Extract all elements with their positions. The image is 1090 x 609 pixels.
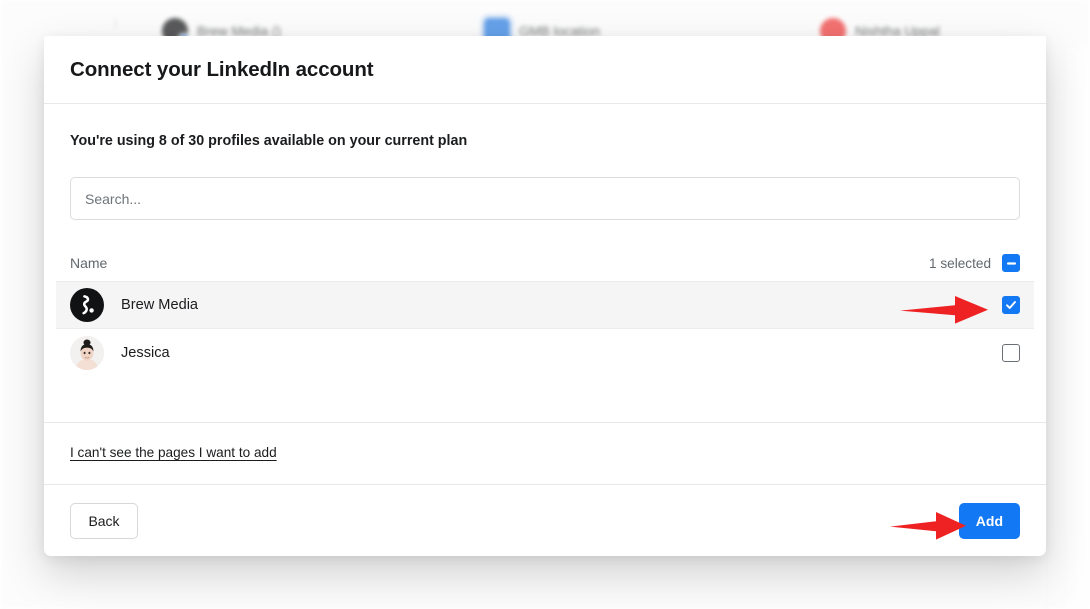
select-all-checkbox[interactable] [1002,254,1020,272]
brew-media-checkbox[interactable] [1002,296,1020,314]
search-field-wrapper [70,177,1020,220]
list-header-right: 1 selected [929,254,1020,272]
row-left-jessica: Jessica [70,336,170,370]
row-left-brew-media: Brew Media [70,288,198,322]
modal-body: You're using 8 of 30 profiles available … [44,104,1046,484]
search-input[interactable] [70,177,1020,220]
add-button[interactable]: Add [958,502,1020,539]
list-item-brew-media[interactable]: Brew Media [56,281,1034,329]
back-button[interactable]: Back [70,502,138,539]
jessica-checkbox[interactable] [1002,344,1020,362]
brew-media-logo-icon [82,295,94,315]
plan-usage-text: You're using 8 of 30 profiles available … [70,133,468,149]
helper-link-wrapper: I can't see the pages I want to add [70,423,1020,484]
check-icon [1006,301,1016,309]
modal-footer: Back Add [44,484,1046,556]
background-right-column [1044,48,1090,609]
page-title: Connect your LinkedIn account [70,57,374,81]
avatar-jessica [70,336,104,370]
list-item-jessica[interactable]: Jessica [56,329,1034,377]
list-item-label: Jessica [121,345,170,361]
column-header-name: Name [70,255,108,271]
person-photo-icon [70,336,104,370]
minus-icon [1006,261,1016,265]
selected-count-label: 1 selected [929,255,991,271]
list-item-label: Brew Media [121,297,199,313]
modal-header: Connect your LinkedIn account [44,36,1046,104]
avatar-brew-media [70,288,104,322]
cant-see-pages-link[interactable]: I can't see the pages I want to add [70,445,277,460]
connect-linkedin-modal: Connect your LinkedIn account You're usi… [44,36,1046,556]
profile-list: Brew Media Jessica [56,281,1034,377]
list-header: Name 1 selected [70,247,1020,279]
